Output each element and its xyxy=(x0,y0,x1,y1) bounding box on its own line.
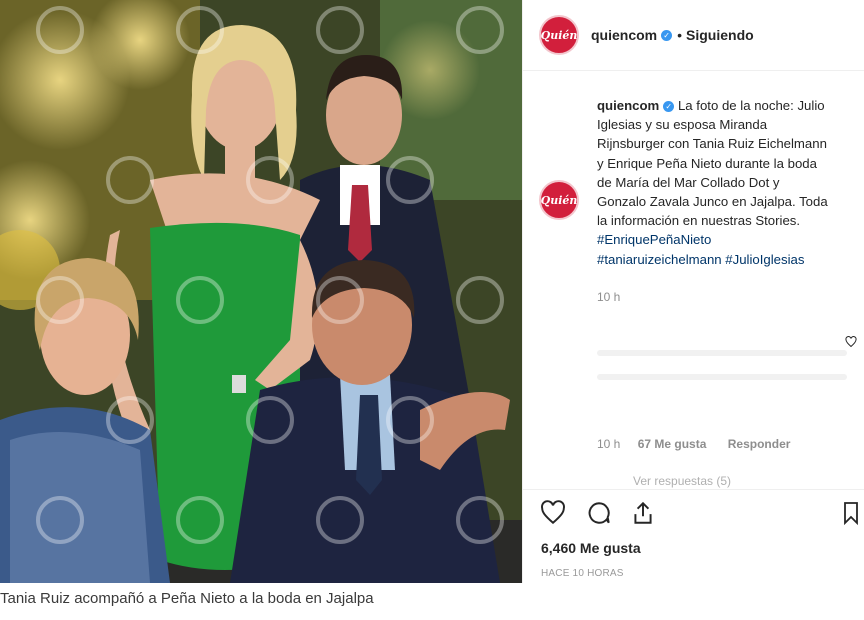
post-photo xyxy=(0,0,522,583)
caption-line: de María del Mar Collado Dot y xyxy=(597,174,780,190)
caption-line: Gonzalo Zavala Junco en Jajalpa. Toda xyxy=(597,194,828,210)
hashtag-link[interactable]: #EnriquePeñaNieto xyxy=(597,232,711,247)
see-replies-link[interactable]: Ver respuestas (5) xyxy=(633,474,731,488)
heart-icon[interactable] xyxy=(539,500,567,526)
posted-time: HACE 10 HORAS xyxy=(541,568,624,579)
caption-line: Iglesias y su esposa Miranda xyxy=(597,117,768,133)
caption-timestamp: 10 h xyxy=(597,290,621,304)
comment-meta: 10 h 67 Me gusta Responder xyxy=(597,437,808,451)
caption-line: Rijnsburger con Tania Ruiz Eichelmann xyxy=(597,136,827,152)
comment-timestamp: 10 h xyxy=(597,437,621,451)
comment-like-heart-icon[interactable] xyxy=(845,336,857,348)
share-icon[interactable] xyxy=(629,500,657,526)
comment-icon[interactable] xyxy=(585,500,613,526)
hashtag-link[interactable]: #taniaruizeichelmann #JulioIglesias xyxy=(597,252,804,267)
photo-caption: Tania Ruiz acompañó a Peña Nieto a la bo… xyxy=(0,590,374,607)
caption-line: y Enrique Peña Nieto durante la boda xyxy=(597,155,817,171)
caption-verified-badge-icon: ✓ xyxy=(663,101,675,112)
header-username[interactable]: quiencom xyxy=(591,27,657,43)
caption-avatar-logo-text: Quién xyxy=(540,193,578,207)
instagram-post-panel: Quién quiencom ✓ • Siguiendo Quién quien… xyxy=(522,0,864,583)
post-header: Quién quiencom ✓ • Siguiendo xyxy=(523,0,864,71)
comment-likes[interactable]: 67 Me gusta xyxy=(638,437,707,451)
bookmark-icon[interactable] xyxy=(843,500,859,526)
caption-username[interactable]: quiencom xyxy=(597,98,659,113)
action-bar: 6,460 Me gusta HACE 10 HORAS xyxy=(523,489,864,584)
likes-count[interactable]: 6,460 Me gusta xyxy=(541,540,641,556)
avatar-logo-text: Quién xyxy=(540,28,578,42)
photo-illustration xyxy=(0,0,522,583)
header-separator: • xyxy=(677,27,683,43)
follow-status-button[interactable]: Siguiendo xyxy=(686,27,754,43)
verified-badge-icon: ✓ xyxy=(661,29,673,41)
caption-avatar[interactable]: Quién xyxy=(539,180,579,220)
caption-text: quiencom ✓ La foto de la noche: Julio Igl… xyxy=(597,96,864,269)
reply-button[interactable]: Responder xyxy=(728,437,791,451)
profile-avatar[interactable]: Quién xyxy=(539,15,579,55)
caption-line: La foto de la noche: Julio xyxy=(677,98,825,113)
caption-line: la información en nuestras Stories. xyxy=(597,213,801,229)
blurred-comment xyxy=(597,350,847,398)
